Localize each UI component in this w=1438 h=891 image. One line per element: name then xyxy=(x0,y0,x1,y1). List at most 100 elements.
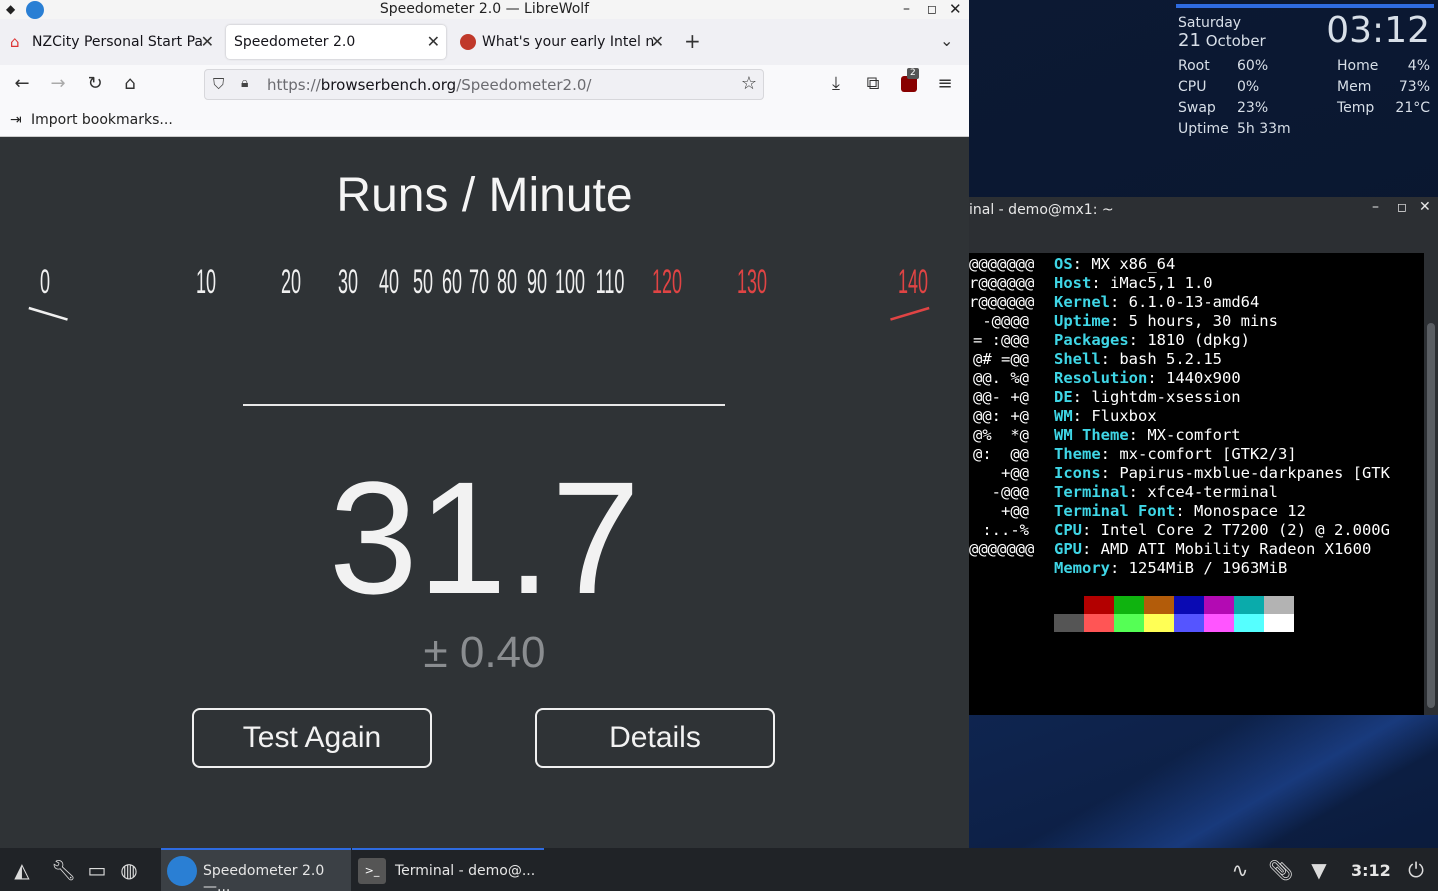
logo-line: @@- +@ xyxy=(973,388,1029,406)
clipboard-paperclip-icon[interactable]: 📎︎ xyxy=(1268,858,1293,882)
conky-stat-value: 23% xyxy=(1237,100,1269,116)
conky-stat-value: 73% xyxy=(1398,79,1430,95)
power-icon[interactable]: ⏻ xyxy=(1404,858,1428,882)
info-line: Resolution: 1440x900 xyxy=(1054,369,1241,387)
test-again-button[interactable]: Test Again xyxy=(192,708,432,768)
tab-intel[interactable]: What's your early Intel n ✕ xyxy=(450,25,670,59)
ublock-origin-icon[interactable]: 2 xyxy=(899,68,919,94)
conky-stat-value: 21°C xyxy=(1395,100,1430,116)
hamburger-menu-icon[interactable]: ≡ xyxy=(935,74,955,94)
web-browser-globe-icon[interactable]: ◍ xyxy=(117,858,141,882)
speed-gauge: 0 10 20 30 40 50 60 70 80 90 100 110 120 130 140 xyxy=(28,262,930,321)
logo-line: @@. %@ xyxy=(973,369,1029,387)
logo-line: @@: +@ xyxy=(973,407,1029,425)
mx-menu-icon[interactable]: ◭ xyxy=(8,858,36,882)
tab-close-icon[interactable]: ✕ xyxy=(201,25,214,59)
gauge-tick-label: 130 xyxy=(737,262,767,301)
librewolf-logo-icon xyxy=(26,1,44,19)
url-bar[interactable]: ⛉ 🔒︎ https://browserbench.org/Speedomete… xyxy=(204,69,764,100)
tab-close-icon[interactable]: ✕ xyxy=(651,25,664,59)
new-tab-icon[interactable]: + xyxy=(684,29,701,53)
tab-nzcity[interactable]: ⌂ NZCity Personal Start Pa ✕ xyxy=(0,25,220,59)
logo-line: r@@@@@@ xyxy=(969,293,1035,311)
conky-widget: Saturday 21 October 03:12 Root 60% CPU 0… xyxy=(1168,0,1438,150)
conky-stat-label: CPU xyxy=(1178,79,1207,95)
conky-stat-value: 60% xyxy=(1237,58,1269,74)
tab-speedometer[interactable]: Speedometer 2.0 ✕ xyxy=(226,25,446,59)
downloads-icon[interactable]: ⤓ xyxy=(826,74,846,94)
settings-wrench-icon[interactable]: 🔧︎ xyxy=(51,858,76,882)
list-tabs-chevron-down-icon[interactable]: ⌄ xyxy=(940,31,953,50)
maximize-icon[interactable]: ◻ xyxy=(1397,200,1407,214)
neofetch-logo: @@@@@@@ r@@@@@@ r@@@@@@ -@@@@ = :@@@ @# =@@ @… xyxy=(969,255,1035,559)
conky-clock: 03:12 xyxy=(1326,10,1430,51)
terminal-title: inal - demo@mx1: ~ xyxy=(969,202,1114,218)
forward-arrow-icon[interactable]: → xyxy=(48,74,68,94)
gauge-tick-label: 90 xyxy=(527,262,547,301)
apple-favicon-icon xyxy=(460,34,476,50)
back-arrow-icon[interactable]: ← xyxy=(12,74,32,94)
logo-line: @@@@@@@ xyxy=(969,540,1035,558)
logo-line: +@@ xyxy=(973,502,1029,520)
url-text[interactable]: https://browserbench.org/Speedometer2.0/ xyxy=(267,76,591,94)
gauge-tick-label: 80 xyxy=(497,262,517,301)
info-line: DE: lightdm-xsession xyxy=(1054,388,1241,406)
palette-swatch xyxy=(1054,614,1084,632)
browser-window: ◆ Speedometer 2.0 — LibreWolf – ◻ ✕ ⌂ NZ… xyxy=(0,0,969,848)
palette-swatch xyxy=(1204,614,1234,632)
file-manager-icon[interactable]: ▭ xyxy=(85,858,109,882)
details-button[interactable]: Details xyxy=(535,708,775,768)
conky-stat-label: Temp xyxy=(1337,100,1375,116)
bookmarks-toolbar: ⇥ Import bookmarks... xyxy=(0,103,969,137)
tab-close-icon[interactable]: ✕ xyxy=(427,25,440,59)
home-favicon-icon: ⌂ xyxy=(10,33,20,51)
terminal-output[interactable]: @@@@@@@ r@@@@@@ r@@@@@@ -@@@@ = :@@@ @# =@@ @… xyxy=(969,253,1424,715)
window-menu-icon[interactable]: ◆ xyxy=(6,0,15,18)
palette-swatch xyxy=(1114,614,1144,632)
import-bookmarks-link[interactable]: Import bookmarks... xyxy=(31,103,173,137)
logo-line: :..-% xyxy=(973,521,1029,539)
gauge-tick-label: 60 xyxy=(442,262,462,301)
tab-label: Speedometer 2.0 xyxy=(234,34,356,50)
taskbar: ◭ 🔧︎ ▭ ◍ Speedometer 2.0 —... >_ Termina… xyxy=(0,848,1438,891)
lock-icon[interactable]: 🔒︎ xyxy=(241,75,248,91)
minimize-icon[interactable]: – xyxy=(1372,199,1379,215)
system-monitor-icon[interactable]: ∿ xyxy=(1228,858,1252,882)
tab-strip: ⌂ NZCity Personal Start Pa ✕ Speedometer… xyxy=(0,19,969,65)
palette-swatch xyxy=(1264,596,1294,614)
conky-stat-label: Swap xyxy=(1178,100,1216,116)
reload-icon[interactable]: ↻ xyxy=(85,74,105,94)
task-label: Speedometer 2.0 —... xyxy=(203,863,325,891)
bookmark-star-icon[interactable]: ☆ xyxy=(741,73,757,94)
extensions-puzzle-icon[interactable]: ⧉ xyxy=(863,74,883,94)
palette-swatch xyxy=(1084,596,1114,614)
palette-swatch xyxy=(1204,596,1234,614)
conky-stat-label: Home xyxy=(1337,58,1379,74)
window-title: Speedometer 2.0 — LibreWolf xyxy=(379,1,590,17)
close-icon[interactable]: ✕ xyxy=(949,0,962,18)
scrollbar-thumb[interactable] xyxy=(1427,323,1435,708)
info-line: GPU: AMD ATI Mobility Radeon X1600 xyxy=(1054,540,1372,558)
logo-line: @% *@ xyxy=(973,426,1029,444)
terminal-task-icon: >_ xyxy=(358,858,386,884)
gauge-tick-label: 20 xyxy=(281,262,301,301)
task-browser[interactable]: Speedometer 2.0 —... xyxy=(161,848,351,891)
terminal-titlebar[interactable]: inal - demo@mx1: ~ – ◻ ✕ xyxy=(969,197,1438,253)
info-line: Icons: Papirus-mxblue-darkpanes [GTK xyxy=(1054,464,1390,482)
maximize-icon[interactable]: ◻ xyxy=(927,0,937,18)
gauge-tick-label: 10 xyxy=(196,262,216,301)
info-line: Host: iMac5,1 1.0 xyxy=(1054,274,1213,292)
terminal-scrollbar[interactable] xyxy=(1424,253,1438,715)
browser-titlebar[interactable]: ◆ Speedometer 2.0 — LibreWolf – ◻ ✕ xyxy=(0,0,969,19)
home-icon[interactable]: ⌂ xyxy=(120,74,140,94)
gauge-tick-label: 70 xyxy=(469,262,489,301)
wifi-icon[interactable]: ▼ xyxy=(1307,858,1331,882)
task-terminal[interactable]: >_ Terminal - demo@... xyxy=(352,848,544,891)
tracking-shield-icon[interactable]: ⛉ xyxy=(213,75,224,93)
minimize-icon[interactable]: – xyxy=(903,0,910,18)
page-title: Runs / Minute xyxy=(336,169,633,222)
info-line: CPU: Intel Core 2 T7200 (2) @ 2.000G xyxy=(1054,521,1390,539)
logo-line: @@@@@@@ xyxy=(969,255,1035,273)
close-icon[interactable]: ✕ xyxy=(1419,199,1431,215)
taskbar-clock[interactable]: 3:12 xyxy=(1351,861,1391,880)
